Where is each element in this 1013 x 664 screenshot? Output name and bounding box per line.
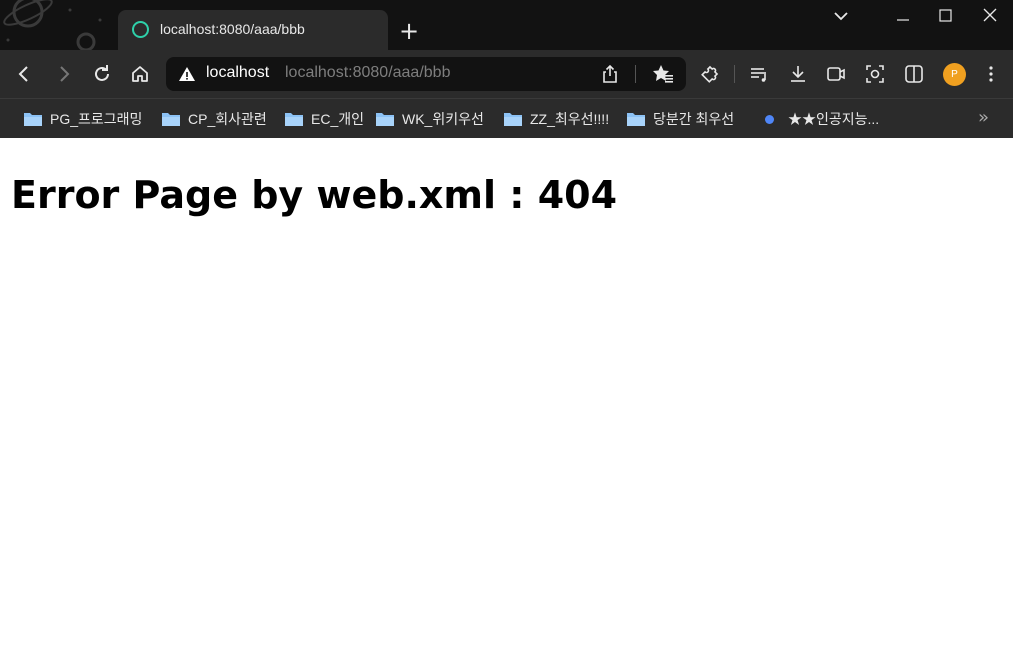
dot-icon xyxy=(765,114,774,124)
home-button[interactable] xyxy=(126,60,154,88)
folder-icon xyxy=(627,113,645,126)
minimize-icon[interactable] xyxy=(888,4,918,28)
toolbar-separator xyxy=(734,65,735,83)
bookmark-label: ZZ_최우선!!!! xyxy=(530,111,610,127)
bookmark-folder[interactable]: PG_프로그래밍 xyxy=(24,108,142,130)
close-icon[interactable] xyxy=(975,4,1005,28)
bookmarks-overflow-button[interactable]: » xyxy=(978,107,989,128)
folder-icon xyxy=(285,113,303,126)
address-url: localhost:8080/aaa/bbb xyxy=(285,64,451,81)
page-content: Error Page by web.xml : 404 xyxy=(0,139,1013,664)
page-title: Error Page by web.xml : 404 xyxy=(11,173,618,217)
screenshot-icon xyxy=(866,65,884,83)
downloads-button[interactable] xyxy=(784,60,812,88)
bookmark-label: WK_위키우선 xyxy=(402,111,484,127)
bookmark-label: 당분간 최우선 xyxy=(653,111,735,127)
puzzle-icon xyxy=(701,65,719,83)
bookmark-folder[interactable]: EC_개인 xyxy=(285,108,364,130)
bookmark-folder[interactable]: ZZ_최우선!!!! xyxy=(504,108,609,130)
back-arrow-icon xyxy=(18,66,28,82)
back-button[interactable] xyxy=(10,60,38,88)
forward-arrow-icon xyxy=(60,66,70,82)
background-decoration-icon xyxy=(3,0,102,50)
split-screen-icon xyxy=(905,65,923,83)
extensions-button[interactable] xyxy=(696,60,724,88)
settings-menu-button[interactable] xyxy=(977,60,1005,88)
bookmark-label: PG_프로그래밍 xyxy=(50,111,143,127)
profile-avatar[interactable]: P xyxy=(943,63,966,86)
folder-icon xyxy=(162,113,180,126)
bookmark-link[interactable]: ★★인공지능... xyxy=(765,108,879,130)
browser-window: localhost:8080/aaa/bbb + localhost local… xyxy=(0,0,1013,664)
bookmark-label: EC_개인 xyxy=(311,111,364,127)
folder-icon xyxy=(24,113,42,126)
new-tab-button[interactable]: + xyxy=(396,18,422,44)
reload-button[interactable] xyxy=(88,60,116,88)
split-screen-button[interactable] xyxy=(900,60,928,88)
forward-button[interactable] xyxy=(50,60,78,88)
address-separator xyxy=(635,65,636,83)
home-icon xyxy=(132,66,148,82)
more-vertical-icon xyxy=(989,66,993,82)
share-icon[interactable] xyxy=(600,64,620,84)
bookmark-folder[interactable]: CP_회사관련 xyxy=(162,108,267,130)
folder-icon xyxy=(504,113,522,126)
video-icon xyxy=(827,67,845,81)
bookmark-label: CP_회사관련 xyxy=(188,111,267,127)
toolbar: localhost localhost:8080/aaa/bbb P xyxy=(0,50,1013,98)
screen-cast-button[interactable] xyxy=(822,60,850,88)
playlist-icon xyxy=(751,68,766,82)
download-icon xyxy=(791,66,805,82)
collections-button[interactable] xyxy=(745,60,773,88)
tab-active[interactable]: localhost:8080/aaa/bbb xyxy=(118,10,388,50)
favorites-star-icon[interactable] xyxy=(652,64,674,84)
tab-favicon-icon xyxy=(132,21,149,38)
tab-strip: localhost:8080/aaa/bbb + xyxy=(0,0,1013,50)
bookmark-folder[interactable]: WK_위키우선 xyxy=(376,108,484,130)
folder-icon xyxy=(376,113,394,126)
tab-title: localhost:8080/aaa/bbb xyxy=(160,21,305,37)
bookmarks-bar: PG_프로그래밍 CP_회사관련 EC_개인 WK_위키우선 ZZ_최우선!!!… xyxy=(0,98,1013,138)
bookmark-label: ★★인공지능... xyxy=(788,111,880,127)
maximize-icon[interactable] xyxy=(930,4,960,28)
address-bar[interactable]: localhost localhost:8080/aaa/bbb xyxy=(166,57,686,91)
address-host: localhost xyxy=(206,64,270,81)
reload-icon xyxy=(95,65,109,81)
tab-search-chevron-icon[interactable] xyxy=(826,4,856,28)
bookmark-folder[interactable]: 당분간 최우선 xyxy=(627,108,734,130)
warning-icon[interactable] xyxy=(178,66,196,82)
screenshot-button[interactable] xyxy=(861,60,889,88)
